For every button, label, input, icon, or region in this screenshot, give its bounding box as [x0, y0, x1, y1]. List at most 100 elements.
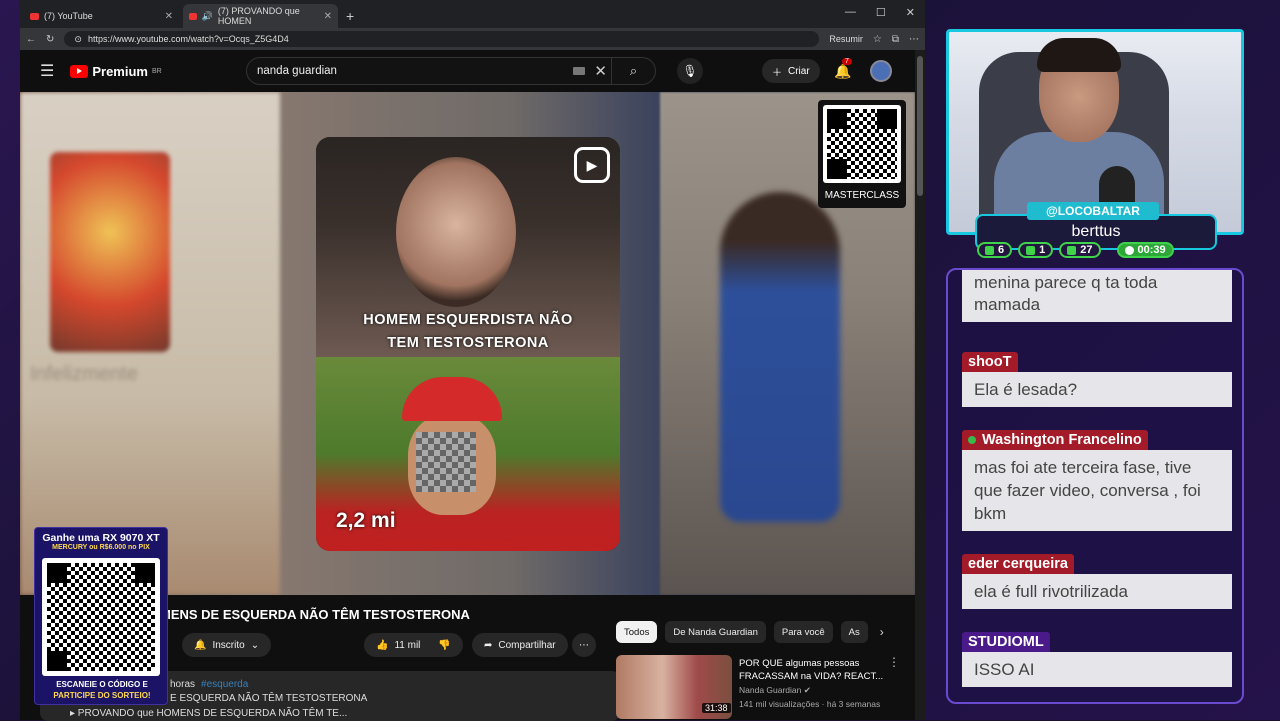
stream-stats: 6 1 27 00:39 — [977, 242, 1174, 258]
chat-message: Washington Francelino mas foi ate tercei… — [962, 430, 1232, 531]
region-code: BR — [151, 67, 162, 75]
chat-message: STUDIOML ISSO AI — [962, 632, 1232, 687]
like-button[interactable]: 👍 11 mil 👎 — [364, 633, 463, 657]
more-actions-button[interactable]: ⋯ — [572, 633, 596, 657]
youtube-icon — [1026, 245, 1036, 255]
channel-name[interactable]: Nanda Guardian — [739, 685, 801, 695]
chat-message: eder cerqueira ela é full rivotrilizada — [962, 554, 1232, 609]
bookmark-icon[interactable]: ☆ — [873, 34, 882, 45]
clear-search-icon[interactable]: ✕ — [594, 62, 607, 80]
chat-message-text: ela é full rivotrilizada — [962, 574, 1232, 609]
search-icon[interactable]: ⌕ — [611, 58, 655, 84]
window-controls: — ☐ ✕ — [845, 6, 915, 19]
url-field[interactable]: ⊙ https://www.youtube.com/watch?v=Ocqs_Z… — [64, 31, 820, 47]
chat-username: shooT — [962, 352, 1018, 372]
recommended-video[interactable]: 31:38 POR QUE algumas pessoas FRACASSAM … — [616, 655, 906, 719]
speaker-icon[interactable]: 🔊 — [202, 11, 213, 22]
timer-badge: 00:39 — [1116, 242, 1174, 258]
viewer-count: 27 — [1080, 244, 1093, 256]
keyboard-icon[interactable] — [573, 67, 585, 75]
scrollbar-thumb[interactable] — [917, 56, 923, 196]
reels-icon: ▶ — [574, 147, 610, 183]
verified-icon: ✔ — [803, 685, 811, 695]
new-tab-button[interactable]: + — [346, 8, 354, 24]
share-label: Compartilhar — [498, 639, 556, 651]
search-input[interactable]: nanda guardian — [257, 65, 337, 77]
youtube-play-icon — [70, 64, 89, 78]
voice-search-icon[interactable]: 🎙 — [677, 58, 703, 84]
thumbs-down-icon[interactable]: 👎 — [438, 640, 450, 651]
share-icon: ➦ — [484, 639, 493, 651]
page-scrollbar[interactable] — [915, 50, 925, 720]
tab-title: (7) PROVANDO que HOMEN — [217, 6, 300, 26]
account-avatar[interactable] — [870, 60, 892, 82]
video-player[interactable]: Infelizmente ▶ 2,2 mi HOMEM ESQUERDISTA … — [20, 92, 915, 595]
create-label: Criar — [788, 65, 810, 77]
tab-youtube[interactable]: (7) YouTube ✕ — [24, 4, 179, 28]
blurred-background-left: Infelizmente — [20, 92, 280, 595]
chat-count: 6 — [998, 244, 1005, 256]
subscribed-button[interactable]: 🔔 Inscrito ⌄ — [182, 633, 272, 657]
youtube-count-badge: 1 — [1018, 242, 1054, 258]
promo-qr-code — [42, 558, 160, 676]
chat-icon — [985, 245, 994, 255]
chip-todos[interactable]: Todos — [616, 621, 658, 643]
tab-bar: (7) YouTube ✕ 🔊 (7) PROVANDO que HOMEN ✕… — [20, 0, 925, 28]
chat-count-badge: 6 — [977, 242, 1013, 258]
chat-username: Washington Francelino — [982, 432, 1142, 448]
like-count: 11 mil — [394, 639, 421, 651]
pixelated-face — [416, 432, 476, 492]
viewer-count-badge: 27 — [1059, 242, 1101, 258]
video-title: MENS DE ESQUERDA NÃO TÊM TESTOSTERONA — [160, 607, 470, 622]
close-window-button[interactable]: ✕ — [906, 6, 915, 19]
maximize-button[interactable]: ☐ — [876, 6, 886, 19]
red-cap — [402, 377, 502, 421]
video-duration: 31:38 — [702, 703, 731, 713]
promo-footer-2: PARTICIPE DO SORTEIO! — [53, 691, 151, 700]
hashtag-link[interactable]: #esquerda — [201, 679, 248, 690]
chat-message-text: Ela é lesada? — [962, 372, 1232, 407]
logo-text: Premium — [92, 63, 148, 79]
resumir-button[interactable]: Resumir — [829, 34, 863, 44]
chip-channel[interactable]: De Nanda Guardian — [665, 621, 766, 643]
streamer-hair — [1037, 38, 1121, 72]
thumbs-up-icon: 👍 — [376, 639, 389, 651]
youtube-favicon-icon — [30, 12, 39, 20]
extensions-icon[interactable]: ⧉ — [892, 34, 899, 45]
masterclass-qr-card: MASTERCLASS — [818, 100, 906, 208]
youtube-premium-logo[interactable]: Premium BR — [70, 63, 162, 79]
giveaway-promo-card: Ganhe uma RX 9070 XT MERCURY ou R$6.000 … — [34, 527, 168, 705]
promo-headline: Ganhe uma RX 9070 XT — [42, 532, 160, 544]
moderator-icon — [968, 436, 976, 444]
share-button[interactable]: ➦ Compartilhar — [472, 633, 568, 657]
more-options-icon[interactable]: ⋮ — [888, 655, 900, 669]
close-tab-icon[interactable]: ✕ — [324, 11, 332, 22]
minimize-button[interactable]: — — [845, 6, 856, 19]
notification-count-badge: 7 — [842, 57, 852, 65]
chat-message: menina parece q ta toda mamada — [962, 270, 1232, 322]
site-info-icon[interactable]: ⊙ — [74, 34, 82, 45]
close-tab-icon[interactable]: ✕ — [165, 11, 173, 22]
tab-video[interactable]: 🔊 (7) PROVANDO que HOMEN ✕ — [183, 4, 338, 28]
search-box[interactable]: nanda guardian ✕ ⌕ — [246, 57, 656, 85]
more-icon[interactable]: ⋯ — [909, 34, 919, 45]
chip-more[interactable]: As — [840, 621, 868, 643]
reload-icon[interactable]: ↻ — [46, 34, 54, 45]
promo-footer-1: ESCANEIE O CÓDIGO E — [56, 680, 148, 689]
back-icon[interactable]: ← — [26, 34, 36, 45]
youtube-count: 1 — [1039, 244, 1046, 256]
short-caption: HOMEM ESQUERDISTA NÃO TEM TESTOSTERONA — [316, 309, 620, 355]
masterclass-label: MASTERCLASS — [824, 190, 900, 201]
chip-for-you[interactable]: Para você — [773, 621, 833, 643]
notifications-bell-icon[interactable]: 🔔 7 — [834, 57, 852, 80]
streamer-handle: @LOCOBALTAR — [1027, 202, 1159, 220]
create-button[interactable]: ＋ Criar — [762, 59, 820, 83]
recommended-title[interactable]: POR QUE algumas pessoas FRACASSAM na VID… — [739, 657, 889, 683]
youtube-header: ☰ Premium BR nanda guardian ✕ ⌕ 🎙 ＋ Cria… — [20, 50, 920, 92]
live-chat-panel: menina parece q ta toda mamada shooT Ela… — [946, 268, 1244, 704]
chevron-right-icon[interactable]: › — [880, 625, 884, 639]
description-line: E ESQUERDA NÃO TÊM TESTOSTERONA — [170, 693, 368, 704]
subscribed-label: Inscrito — [212, 639, 245, 651]
blurred-text: Infelizmente — [30, 363, 138, 385]
hamburger-menu-icon[interactable]: ☰ — [40, 61, 54, 81]
